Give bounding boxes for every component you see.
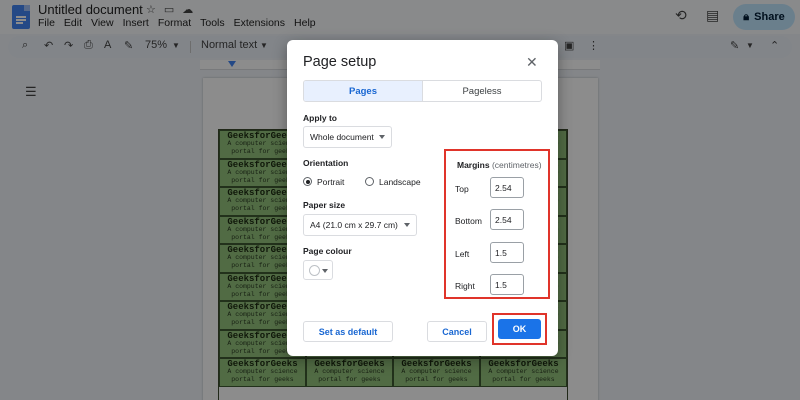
- apply-to-select[interactable]: Whole document: [303, 126, 392, 148]
- ok-button[interactable]: OK: [498, 319, 541, 339]
- margins-label: Margins: [457, 160, 490, 170]
- cancel-button[interactable]: Cancel: [427, 321, 487, 342]
- colour-swatch: [309, 265, 320, 276]
- set-as-default-button[interactable]: Set as default: [303, 321, 393, 342]
- page-colour-picker[interactable]: [303, 260, 333, 280]
- margin-right-input[interactable]: [490, 274, 524, 295]
- margins-section: Margins (centimetres) Top Bottom Left Ri…: [444, 149, 550, 299]
- margin-bottom-input[interactable]: [490, 209, 524, 230]
- margins-unit: (centimetres): [491, 160, 542, 170]
- tab-pageless[interactable]: Pageless: [423, 81, 541, 101]
- tab-bar: Pages Pageless: [303, 80, 542, 102]
- ok-highlight: OK: [492, 313, 547, 345]
- page-colour-label: Page colour: [303, 246, 352, 256]
- paper-size-value: A4 (21.0 cm x 29.7 cm): [310, 220, 398, 230]
- chevron-down-icon: [322, 269, 328, 273]
- dialog-title: Page setup: [303, 54, 377, 70]
- margin-top-label: Top: [455, 184, 469, 194]
- landscape-radio[interactable]: [365, 177, 374, 186]
- close-icon[interactable]: ✕: [526, 54, 538, 71]
- portrait-radio[interactable]: [303, 177, 312, 186]
- margins-title: Margins (centimetres): [457, 160, 542, 170]
- tab-pages[interactable]: Pages: [304, 81, 423, 101]
- paper-size-label: Paper size: [303, 200, 346, 210]
- paper-size-select[interactable]: A4 (21.0 cm x 29.7 cm): [303, 214, 417, 236]
- chevron-down-icon: [379, 135, 385, 139]
- chevron-down-icon: [404, 223, 410, 227]
- page-setup-dialog: Page setup ✕ Pages Pageless Apply to Who…: [287, 40, 558, 356]
- margin-left-label: Left: [455, 249, 470, 259]
- margin-left-input[interactable]: [490, 242, 524, 263]
- apply-to-label: Apply to: [303, 113, 337, 123]
- margin-top-input[interactable]: [490, 177, 524, 198]
- apply-to-value: Whole document: [310, 132, 374, 142]
- landscape-label[interactable]: Landscape: [379, 177, 421, 187]
- orientation-label: Orientation: [303, 158, 349, 168]
- portrait-label[interactable]: Portrait: [317, 177, 344, 187]
- margin-right-label: Right: [455, 281, 475, 291]
- margin-bottom-label: Bottom: [455, 216, 482, 226]
